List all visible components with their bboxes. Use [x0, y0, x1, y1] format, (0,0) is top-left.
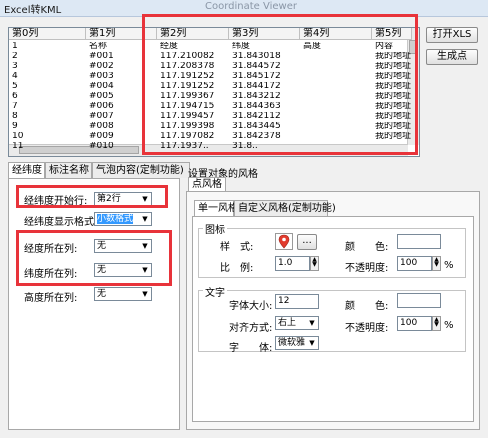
icon-opacity-spinner[interactable]: ▲ ▼ [432, 256, 441, 271]
align-select[interactable]: 右上 ▼ [275, 316, 319, 330]
text-opacity-unit: % [444, 320, 454, 331]
dropdown-arrow-icon: ▼ [142, 290, 148, 298]
spin-down-icon: ▼ [312, 261, 317, 268]
icon-scale-label: 比 例: [220, 263, 254, 274]
highlight-lonlat-columns [16, 230, 172, 286]
grid-cell[interactable]: 6 [9, 92, 86, 101]
alt-column-select[interactable]: 无 ▼ [94, 287, 152, 301]
icon-color-label: 颜 色: [345, 242, 389, 253]
grid-cell[interactable]: 2 [9, 52, 86, 61]
tab-single-style[interactable]: 单一风格 [194, 200, 238, 217]
font-size-label: 字体大小: [229, 301, 273, 312]
icon-opacity-input[interactable]: 100 [397, 256, 432, 271]
window-title: Excel转KML [4, 5, 62, 16]
grid-cell[interactable]: 9 [9, 122, 86, 131]
grid-cell[interactable]: 8 [9, 112, 86, 121]
alt-column-label: 高度所在列: [24, 293, 78, 304]
map-pin-icon [278, 234, 290, 249]
text-color-label: 颜 色: [345, 301, 389, 312]
icon-opacity-unit: % [444, 260, 454, 271]
open-xls-button[interactable]: 打开XLS [426, 27, 478, 43]
grid-cell[interactable]: 3 [9, 62, 86, 71]
icon-style-label: 样 式: [220, 242, 254, 253]
spin-down-icon: ▼ [434, 261, 439, 268]
grid-cell[interactable]: 7 [9, 102, 86, 111]
format-label: 经纬度显示格式: [24, 217, 98, 228]
tab-lonlat[interactable]: 经纬度 [8, 162, 45, 179]
dropdown-arrow-icon: ▼ [309, 319, 315, 327]
font-size-input[interactable]: 12 [275, 294, 319, 309]
icon-preview[interactable] [275, 233, 293, 250]
icon-opacity-label: 不透明度: [345, 263, 389, 274]
text-group-title: 文字 [203, 284, 227, 299]
dropdown-arrow-icon: ▼ [309, 339, 315, 347]
icon-group-title: 图标 [203, 221, 227, 236]
dropdown-arrow-icon: ▼ [142, 215, 148, 223]
grid-cell[interactable]: 4 [9, 72, 86, 81]
format-select[interactable]: 小数格式 ▼ [94, 212, 152, 226]
align-label: 对齐方式: [229, 323, 273, 334]
icon-scale-input[interactable]: 1.0 [275, 256, 310, 271]
tab-label-name[interactable]: 标注名称 [45, 162, 92, 178]
grid-header-col-0[interactable]: 第0列 [9, 28, 86, 40]
background-window-title: Coordinate Viewer [205, 1, 297, 12]
icon-browse-button[interactable]: ... [297, 234, 317, 250]
highlight-start-row [16, 185, 168, 208]
generate-points-button[interactable]: 生成点 [426, 49, 478, 65]
tab-bubble-content[interactable]: 气泡内容(定制功能) [92, 162, 190, 178]
tab-point-style[interactable]: 点风格 [188, 177, 226, 191]
text-opacity-label: 不透明度: [345, 323, 389, 334]
icon-color-swatch[interactable] [397, 234, 441, 249]
font-family-label: 字 体: [229, 343, 273, 354]
text-opacity-spinner[interactable]: ▲ ▼ [432, 316, 441, 331]
grid-cell[interactable]: 5 [9, 82, 86, 91]
tab-custom-style[interactable]: 自定义风格(定制功能) [234, 200, 336, 216]
grid-cell[interactable]: 11 [9, 142, 86, 151]
font-family-select[interactable]: 微软雅 ▼ [275, 336, 319, 350]
spin-down-icon: ▼ [434, 321, 439, 328]
text-opacity-input[interactable]: 100 [397, 316, 432, 331]
text-color-swatch[interactable] [397, 293, 441, 308]
icon-scale-spinner[interactable]: ▲ ▼ [310, 256, 319, 271]
highlight-coordinates-columns [142, 14, 418, 155]
grid-cell[interactable]: 10 [9, 132, 86, 141]
grid-cell[interactable]: 1 [9, 42, 86, 51]
